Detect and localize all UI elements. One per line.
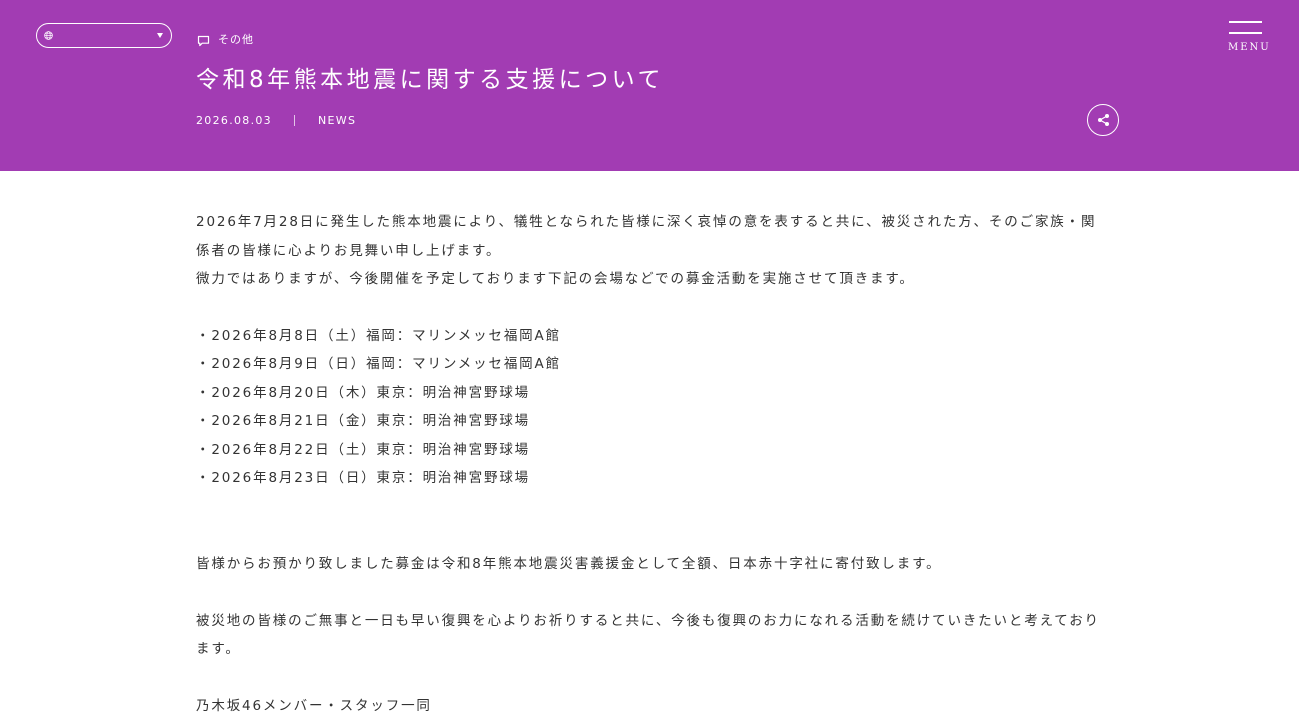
- list-item: ・2026年8月22日（土）東京：明治神宮野球場: [196, 441, 531, 458]
- list-item: ・2026年8月9日（日）福岡：マリンメッセ福岡A館: [196, 356, 561, 372]
- share-icon: [1098, 114, 1109, 126]
- meta-divider: [293, 114, 295, 126]
- publish-date: 2026.08.03: [196, 113, 272, 127]
- share-button[interactable]: [1087, 104, 1119, 136]
- menu-line-icon: [1229, 21, 1262, 23]
- globe-icon: [44, 31, 53, 40]
- menu-label: MENU: [1228, 42, 1271, 53]
- message-paragraph: 被災地の皆様のご無事と一日も早い復興を心よりお祈りすると共に、今後も復興のお力に…: [196, 612, 1100, 658]
- page-title: 令和8年熊本地震に関する支援について: [196, 67, 664, 93]
- intro-paragraph: 2026年7月28日に発生した熊本地震により、犠牲となられた皆様に深く哀悼の意を…: [196, 214, 1097, 259]
- speech-bubble-icon: [197, 35, 210, 46]
- signature: 乃木坂46メンバー・スタッフ一同: [196, 698, 432, 714]
- intro-paragraph-2: 微力ではありますが、今後開催を予定しております下記の会場などでの募金活動を実施さ…: [196, 271, 915, 287]
- category-label[interactable]: その他: [197, 31, 254, 47]
- article-meta: 2026.08.03 NEWS: [196, 112, 356, 128]
- list-item: ・2026年8月21日（金）東京：明治神宮野球場: [196, 413, 531, 429]
- list-item: ・2026年8月8日（土）福岡：マリンメッセ福岡A館: [196, 327, 561, 344]
- donation-paragraph: 皆様からお預かり致しました募金は令和8年熊本地震災害義援金として全額、日本赤十字…: [196, 555, 942, 572]
- category-text: その他: [218, 33, 254, 46]
- chevron-down-icon: [157, 33, 163, 38]
- article-header: その他 令和8年熊本地震に関する支援について 2026.08.03 NEWS M…: [0, 0, 1299, 171]
- article-type[interactable]: NEWS: [318, 114, 356, 127]
- event-list: ・2026年8月8日（土）福岡：マリンメッセ福岡A館 ・2026年8月9日（日）…: [196, 322, 1106, 493]
- list-item: ・2026年8月23日（日）東京：明治神宮野球場: [196, 470, 531, 486]
- menu-line-icon: [1229, 32, 1262, 34]
- menu-button[interactable]: MENU: [1226, 20, 1269, 56]
- article-body: 2026年7月28日に発生した熊本地震により、犠牲となられた皆様に深く哀悼の意を…: [196, 208, 1106, 721]
- list-item: ・2026年8月20日（木）東京：明治神宮野球場: [196, 384, 531, 401]
- language-select[interactable]: [36, 23, 172, 48]
